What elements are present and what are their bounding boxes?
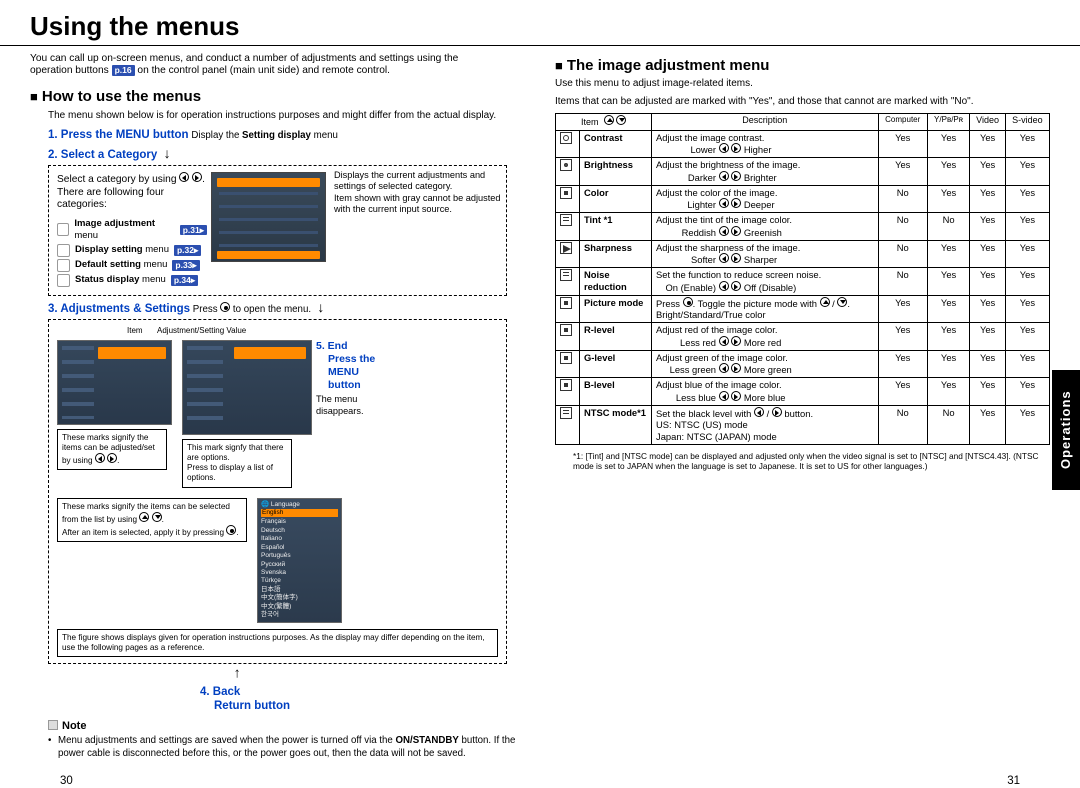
- category-box: Select a category by using . There are f…: [48, 165, 507, 296]
- category-line: Default setting menup.33▸: [57, 259, 207, 272]
- step1-label: 1. Press the MENU button: [48, 129, 189, 141]
- row-icon: [560, 297, 572, 309]
- table-row: Contrast Adjust the image contrast.Lower…: [556, 130, 1050, 158]
- follow-line: There are following four categories:: [57, 187, 164, 211]
- step5-desc: The menu disappears.: [316, 394, 388, 417]
- table-row: Sharpness Adjust the sharpness of the im…: [556, 240, 1050, 268]
- current-explanation: Displays the current adjustments and set…: [334, 168, 509, 216]
- step4-label: 4. Back: [200, 685, 525, 699]
- th-video: Video: [970, 114, 1006, 130]
- page-ref: p.34▸: [171, 275, 198, 286]
- th-desc: Description: [652, 114, 879, 130]
- arrow-up-icon: ↓: [230, 668, 244, 682]
- table-header-row: Item Description Computer Y/Pʙ/Pʀ Video …: [556, 114, 1050, 130]
- adjustment-table: Item Description Computer Y/Pʙ/Pʀ Video …: [555, 113, 1050, 445]
- step2-label: 2. Select a Category: [48, 149, 157, 161]
- adjust-screen-thumb-2: [182, 340, 312, 435]
- enter-button-icon: [220, 302, 230, 312]
- left-button-icon: [95, 453, 105, 463]
- how-to-sub: The menu shown below is for operation in…: [48, 110, 525, 123]
- row-icon: [560, 132, 572, 144]
- page-ref: p.33▸: [172, 260, 199, 271]
- image-adj-heading-text: The image adjustment menu: [567, 57, 770, 74]
- table-row: Brightness Adjust the brightness of the …: [556, 158, 1050, 186]
- adjustments-box: Item Adjustment/Setting Value These mark…: [48, 319, 507, 665]
- table-row: G-level Adjust green of the image color.…: [556, 350, 1050, 378]
- page-ref: p.32▸: [174, 245, 201, 256]
- row-icon: [560, 324, 572, 336]
- note-header: Note: [48, 720, 525, 734]
- page-ref-16: p.16: [112, 65, 135, 76]
- up-button-icon: [604, 115, 614, 125]
- intro-part2: on the control panel (main unit side) an…: [137, 65, 390, 76]
- table-row: Picture mode Press . Toggle the picture …: [556, 295, 1050, 323]
- down-button-icon: [152, 512, 162, 522]
- adjust-screen-thumb-1: [57, 340, 172, 425]
- page-title: Using the menus: [0, 0, 1080, 46]
- table-row: B-level Adjust blue of the image color.L…: [556, 378, 1050, 406]
- table-row: NTSC mode*1 Set the black level with / b…: [556, 405, 1050, 444]
- th-computer: Computer: [878, 114, 927, 130]
- category-icon: [57, 259, 70, 272]
- language-dropdown-thumb: 🌐 Language English FrançaisDeutschItalia…: [257, 498, 342, 623]
- step4b-label: Return button: [214, 699, 525, 713]
- step3-label: 3. Adjustments & Settings: [48, 303, 190, 315]
- image-adj-heading: ■The image adjustment menu: [555, 57, 1050, 76]
- select-line: Select a category by using: [57, 174, 179, 185]
- up-button-icon: [139, 512, 149, 522]
- right-column: ■The image adjustment menu Use this menu…: [555, 53, 1050, 760]
- step5b-label: Press the MENU button: [328, 353, 388, 392]
- right-sub1: Use this menu to adjust image-related it…: [555, 78, 1050, 91]
- side-tab-operations: Operations: [1052, 370, 1080, 490]
- row-icon: [560, 187, 572, 199]
- enter-button-icon: [226, 525, 236, 535]
- adj-value-label: Adjustment/Setting Value: [157, 326, 246, 336]
- th-ypbpr: Y/Pʙ/Pʀ: [927, 114, 969, 130]
- disclaimer-note: The figure shows displays given for oper…: [57, 629, 498, 658]
- row-icon: [560, 242, 572, 254]
- row-icon: [560, 159, 572, 171]
- category-icon: [57, 223, 69, 236]
- category-icon: [57, 244, 70, 257]
- th-item: Item: [556, 114, 652, 130]
- table-row: Tint *1 Adjust the tint of the image col…: [556, 213, 1050, 241]
- category-line: Status display menup.34▸: [57, 274, 207, 287]
- right-sub2: Items that can be adjusted are marked wi…: [555, 96, 1050, 109]
- step5-label: 5. End: [316, 340, 388, 353]
- step1-desc: Display the Setting display menu: [191, 130, 337, 141]
- category-icon: [57, 274, 70, 287]
- marks-note-3: This mark signfy that there are options.…: [182, 439, 292, 488]
- note-bullet: • Menu adjustments and settings are save…: [48, 735, 525, 759]
- arrow-down-icon: ↓: [160, 146, 174, 160]
- th-svideo: S-video: [1005, 114, 1049, 130]
- row-icon: [560, 407, 572, 419]
- row-icon: [560, 352, 572, 364]
- table-row: R-level Adjust red of the image color.Le…: [556, 323, 1050, 351]
- right-button-icon: [107, 453, 117, 463]
- category-line: Display setting menup.32▸: [57, 244, 207, 257]
- footnote: *1: [Tint] and [NTSC mode] can be displa…: [573, 451, 1046, 472]
- row-icon: [560, 214, 572, 226]
- table-row: Noise reduction Set the function to redu…: [556, 268, 1050, 296]
- marks-note-1: These marks signify the items can be adj…: [57, 429, 167, 471]
- page-ref: p.31▸: [180, 225, 207, 236]
- how-to-heading: ■How to use the menus: [30, 88, 525, 107]
- page-number-left: 30: [60, 774, 73, 788]
- category-line: Image adjustment menup.31▸: [57, 218, 207, 242]
- row-icon: [560, 379, 572, 391]
- down-button-icon: [616, 115, 626, 125]
- intro-text: You can call up on-screen menus, and con…: [30, 53, 500, 79]
- page-number-right: 31: [1007, 774, 1020, 788]
- left-column: You can call up on-screen menus, and con…: [30, 53, 525, 760]
- right-button-icon: [192, 172, 202, 182]
- menu-preview-image: [211, 172, 326, 262]
- left-button-icon: [179, 172, 189, 182]
- how-to-heading-text: How to use the menus: [42, 88, 201, 105]
- table-row: Color Adjust the color of the image.Ligh…: [556, 185, 1050, 213]
- marks-note-2: These marks signify the items can be sel…: [57, 498, 247, 543]
- item-label: Item: [127, 326, 143, 336]
- row-icon: [560, 269, 572, 281]
- arrow-down-icon: ↓: [314, 300, 328, 314]
